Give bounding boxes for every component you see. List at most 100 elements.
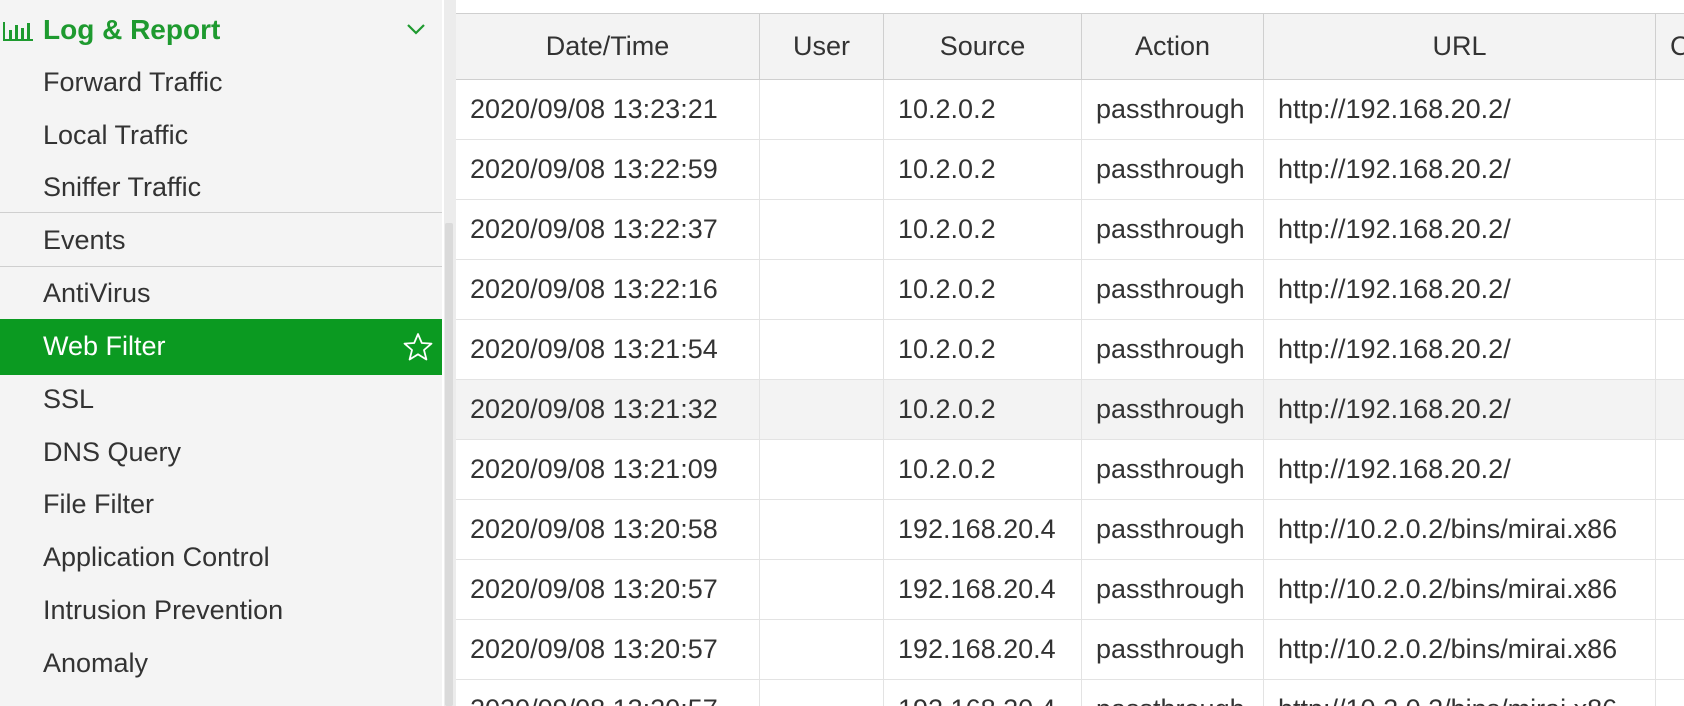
table-cell-datetime: 2020/09/08 13:20:57: [456, 680, 760, 706]
column-header[interactable]: C: [1656, 14, 1684, 79]
table-cell-source: 192.168.20.4: [884, 560, 1082, 619]
table-cell-action: passthrough: [1082, 500, 1264, 559]
chevron-down-icon[interactable]: [406, 22, 426, 36]
table-row[interactable]: 2020/09/08 13:20:57 192.168.20.4passthrou…: [456, 620, 1684, 680]
table-header: Date/Time User Source Action URL C: [456, 14, 1684, 80]
table-cell-user: [760, 320, 884, 379]
table-cell-action: passthrough: [1082, 260, 1264, 319]
table-cell-datetime: 2020/09/08 13:21:32: [456, 380, 760, 439]
table-cell-user: [760, 140, 884, 199]
table-row[interactable]: 2020/09/08 13:21:09 10.2.0.2 passthrough ht…: [456, 440, 1684, 500]
sidebar-divider: [0, 266, 442, 267]
table-cell-user: [760, 200, 884, 259]
table-row[interactable]: 2020/09/08 13:23:21 10.2.0.2 passthrough ht…: [456, 80, 1684, 140]
table-cell-user: [760, 260, 884, 319]
section-title: Log & Report: [43, 14, 221, 45]
table-cell-url: http://192.168.20.2/: [1264, 140, 1656, 199]
table-row[interactable]: 2020/09/08 13:22:16 10.2.0.2 passthrough ht…: [456, 260, 1684, 320]
table-cell-action: passthrough: [1082, 380, 1264, 439]
sidebar-item-label: Intrusion Prevention: [43, 595, 284, 625]
table-row[interactable]: 2020/09/08 13:22:59 10.2.0.2 passthrough ht…: [456, 140, 1684, 200]
sidebar-item-forward-traffic[interactable]: Forward Traffic: [0, 55, 442, 111]
table-cell-extra: [1656, 320, 1684, 379]
table-cell-datetime: 2020/09/08 13:20:57: [456, 620, 760, 679]
table-cell-extra: [1656, 620, 1684, 679]
table-cell-source: 10.2.0.2: [884, 320, 1082, 379]
table-cell-action: passthrough: [1082, 320, 1264, 379]
log-table: Date/Time User Source Action URL C 2020/09/08…: [456, 0, 1684, 706]
sidebar-item-label: Local Traffic: [43, 120, 189, 150]
table-cell-datetime: 2020/09/08 13:21:09: [456, 440, 760, 499]
table-cell-url: http://192.168.20.2/: [1264, 380, 1656, 439]
sidebar-item-label: Forward Traffic: [43, 67, 223, 97]
table-cell-source: 192.168.20.4: [884, 680, 1082, 706]
table-cell-datetime: 2020/09/08 13:22:16: [456, 260, 760, 319]
table-cell-action: passthrough: [1082, 440, 1264, 499]
sidebar-item-file-filter[interactable]: File Filter: [0, 477, 442, 533]
table-cell-action: passthrough: [1082, 80, 1264, 139]
table-cell-source: 10.2.0.2: [884, 80, 1082, 139]
sidebar-item-sniffer-traffic[interactable]: Sniffer Traffic: [0, 160, 442, 216]
table-cell-extra: [1656, 80, 1684, 139]
table-cell-extra: [1656, 260, 1684, 319]
table-cell-user: [760, 560, 884, 619]
table-cell-extra: [1656, 200, 1684, 259]
sidebar-item-anomaly[interactable]: Anomaly: [0, 636, 442, 692]
table-cell-url: http://192.168.20.2/: [1264, 200, 1656, 259]
table-cell-user: [760, 440, 884, 499]
column-header[interactable]: Action: [1082, 14, 1264, 79]
sidebar-item-ssl[interactable]: SSL: [0, 372, 442, 428]
sidebar: Log & Report Forward Traffic Local Traffi…: [0, 0, 442, 706]
sidebar-item-label: DNS Query: [43, 437, 182, 467]
table-cell-url: http://10.2.0.2/bins/mirai.x86: [1264, 680, 1656, 706]
table-cell-url: http://10.2.0.2/bins/mirai.x86: [1264, 560, 1656, 619]
table-row[interactable]: 2020/09/08 13:20:58 192.168.20.4 passthrou…: [456, 500, 1684, 560]
table-cell-extra: [1656, 440, 1684, 499]
table-cell-datetime: 2020/09/08 13:22:59: [456, 140, 760, 199]
table-cell-source: 10.2.0.2: [884, 380, 1082, 439]
column-header[interactable]: Source: [884, 14, 1082, 79]
sidebar-divider: [0, 212, 442, 213]
sidebar-scrollbar-thumb[interactable]: [445, 223, 453, 706]
table-cell-url: http://10.2.0.2/bins/mirai.x86: [1264, 500, 1656, 559]
table-cell-extra: [1656, 500, 1684, 559]
sidebar-item-antivirus[interactable]: AntiVirus: [0, 266, 442, 322]
sidebar-item-label: Events: [43, 225, 126, 255]
sidebar-item-application-control[interactable]: Application Control: [0, 530, 442, 586]
table-row[interactable]: 2020/09/08 13:20:57 192.168.20.4passthrou…: [456, 680, 1684, 706]
table-cell-action: passthrough: [1082, 560, 1264, 619]
column-header[interactable]: URL: [1264, 14, 1656, 79]
table-row[interactable]: 2020/09/08 13:21:32 10.2.0.2 passthrough ht…: [456, 380, 1684, 440]
sidebar-item-label: File Filter: [43, 489, 155, 519]
table-cell-action: passthrough: [1082, 680, 1264, 706]
table-cell-extra: [1656, 560, 1684, 619]
star-icon[interactable]: [403, 332, 433, 362]
table-cell-url: http://192.168.20.2/: [1264, 320, 1656, 379]
sidebar-item-events[interactable]: Events: [0, 213, 442, 269]
table-cell-url: http://192.168.20.2/: [1264, 80, 1656, 139]
sidebar-item-local-traffic[interactable]: Local Traffic: [0, 108, 442, 164]
sidebar-item-web-filter[interactable]: Web Filter: [0, 319, 442, 375]
table-row[interactable]: 2020/09/08 13:22:37 10.2.0.2 passthrough ht…: [456, 200, 1684, 260]
section-header-log-report[interactable]: Log & Report: [0, 0, 442, 60]
table-cell-action: passthrough: [1082, 140, 1264, 199]
table-cell-source: 10.2.0.2: [884, 140, 1082, 199]
column-header[interactable]: User: [760, 14, 884, 79]
table-row[interactable]: 2020/09/08 13:21:54 10.2.0.2 passthrough ht…: [456, 320, 1684, 380]
table-cell-datetime: 2020/09/08 13:21:54: [456, 320, 760, 379]
sidebar-item-label: Application Control: [43, 542, 270, 572]
table-cell-user: [760, 500, 884, 559]
table-cell-datetime: 2020/09/08 13:20:58: [456, 500, 760, 559]
table-row[interactable]: 2020/09/08 13:20:57 192.168.20.4passthrou…: [456, 560, 1684, 620]
table-cell-source: 192.168.20.4: [884, 620, 1082, 679]
sidebar-item-dns-query[interactable]: DNS Query: [0, 425, 442, 481]
table-cell-source: 10.2.0.2: [884, 260, 1082, 319]
table-cell-source: 192.168.20.4: [884, 500, 1082, 559]
table-cell-datetime: 2020/09/08 13:23:21: [456, 80, 760, 139]
table-cell-source: 10.2.0.2: [884, 200, 1082, 259]
table-cell-user: [760, 80, 884, 139]
table-cell-url: http://192.168.20.2/: [1264, 260, 1656, 319]
sidebar-item-intrusion-prevention[interactable]: Intrusion Prevention: [0, 583, 442, 639]
table-cell-url: http://192.168.20.2/: [1264, 440, 1656, 499]
column-header[interactable]: Date/Time: [456, 14, 760, 79]
